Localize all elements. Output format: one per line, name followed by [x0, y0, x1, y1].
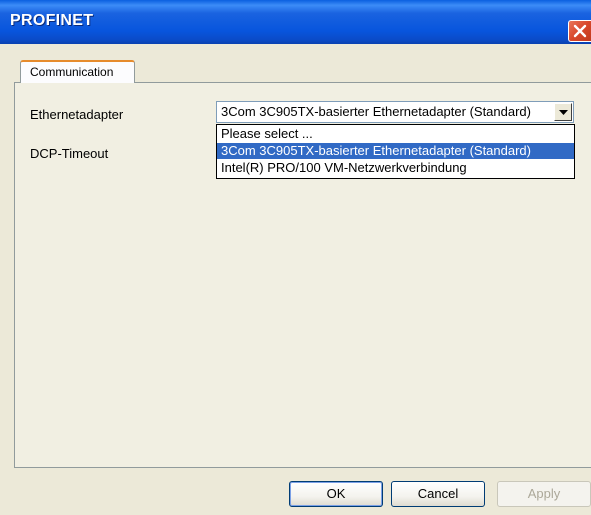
ethernet-adapter-value: 3Com 3C905TX-basierter Ethernetadapter (… [221, 104, 531, 119]
dropdown-arrow-button[interactable] [554, 103, 572, 121]
apply-button[interactable]: Apply [497, 481, 591, 507]
button-bar: OK Cancel Apply [0, 468, 591, 515]
dropdown-option-3com[interactable]: 3Com 3C905TX-basierter Ethernetadapter (… [217, 143, 574, 159]
ethernet-adapter-label: Ethernetadapter [30, 107, 124, 122]
close-button[interactable] [568, 20, 591, 42]
ok-button[interactable]: OK [289, 481, 383, 507]
dialog-content: Communication Ethernetadapter DCP-Timeou… [0, 44, 591, 515]
dropdown-option-intel[interactable]: Intel(R) PRO/100 VM-Netzwerkverbindung [217, 160, 574, 176]
ethernet-adapter-dropdown-list: Please select ... 3Com 3C905TX-basierter… [216, 124, 575, 179]
tab-label: Communication [30, 65, 114, 79]
ethernet-adapter-select[interactable]: 3Com 3C905TX-basierter Ethernetadapter (… [216, 101, 574, 123]
tab-communication[interactable]: Communication [20, 60, 135, 83]
dropdown-option-please-select[interactable]: Please select ... [217, 126, 574, 142]
profinet-dialog: PROFINET Communication Ethernetadapter D… [0, 0, 591, 515]
cancel-button[interactable]: Cancel [391, 481, 485, 507]
dcp-timeout-label: DCP-Timeout [30, 146, 109, 161]
title-bar[interactable]: PROFINET [0, 0, 591, 44]
window-title: PROFINET [10, 12, 94, 29]
